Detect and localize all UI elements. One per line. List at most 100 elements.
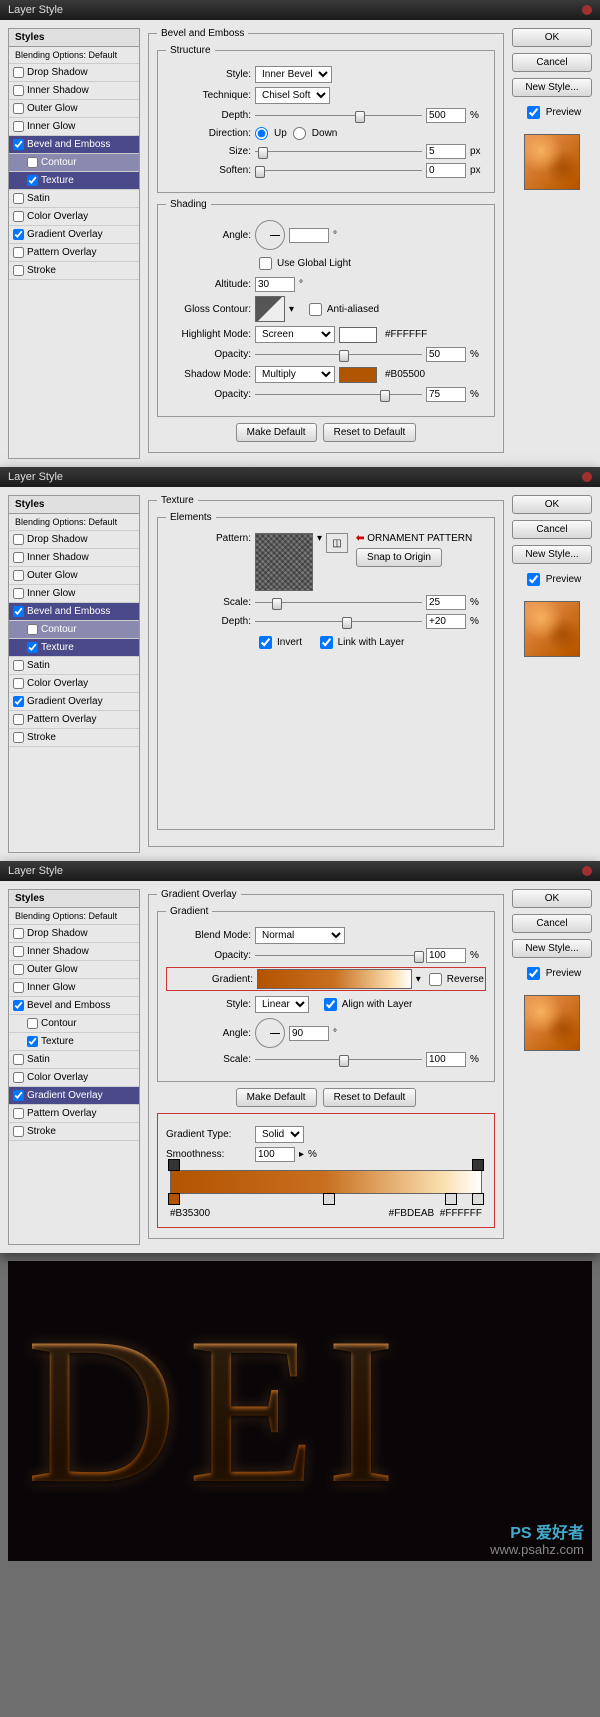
ok-button[interactable]: OK	[512, 889, 592, 908]
depth-input[interactable]	[426, 614, 466, 629]
effect-drop-shadow[interactable]: Drop Shadow	[9, 925, 139, 943]
pattern-swatch[interactable]	[255, 533, 313, 591]
effect-stroke[interactable]: Stroke	[9, 1123, 139, 1141]
effect-pattern-overlay[interactable]: Pattern Overlay	[9, 711, 139, 729]
effect-gradient-overlay[interactable]: Gradient Overlay	[9, 693, 139, 711]
smoothness-input[interactable]	[255, 1147, 295, 1162]
shadow-opacity-slider[interactable]	[255, 388, 422, 402]
highlight-opacity-slider[interactable]	[255, 348, 422, 362]
titlebar[interactable]: Layer Style	[0, 0, 600, 20]
gradient-bar[interactable]	[257, 969, 412, 989]
effect-color-overlay[interactable]: Color Overlay	[9, 208, 139, 226]
size-slider[interactable]	[255, 145, 422, 159]
checkbox[interactable]	[13, 139, 24, 150]
color-stop[interactable]	[168, 1193, 180, 1205]
technique-select[interactable]: Chisel Soft	[255, 87, 330, 104]
make-default-button[interactable]: Make Default	[236, 1088, 317, 1107]
effect-inner-shadow[interactable]: Inner Shadow	[9, 549, 139, 567]
snap-origin-button[interactable]: Snap to Origin	[356, 548, 442, 567]
direction-up-radio[interactable]	[255, 127, 268, 140]
preview-checkbox[interactable]	[527, 106, 540, 119]
chevron-down-icon[interactable]: ▾	[416, 974, 421, 985]
angle-control[interactable]	[255, 220, 285, 250]
scale-slider[interactable]	[255, 596, 422, 610]
effect-inner-glow[interactable]: Inner Glow	[9, 979, 139, 997]
styles-header[interactable]: Styles	[9, 890, 139, 908]
opacity-stop[interactable]	[168, 1159, 180, 1171]
effect-stroke[interactable]: Stroke	[9, 262, 139, 280]
shadow-color-swatch[interactable]	[339, 367, 377, 383]
effect-texture[interactable]: Texture	[9, 1033, 139, 1051]
direction-down-radio[interactable]	[293, 127, 306, 140]
opacity-slider[interactable]	[255, 949, 422, 963]
checkbox[interactable]	[13, 67, 24, 78]
checkbox[interactable]	[13, 229, 24, 240]
shadow-mode-select[interactable]: Multiply	[255, 366, 335, 383]
highlight-mode-select[interactable]: Screen	[255, 326, 335, 343]
gradient-type-select[interactable]: Solid	[255, 1126, 304, 1143]
effect-bevel-emboss[interactable]: Bevel and Emboss	[9, 136, 139, 154]
titlebar[interactable]: Layer Style	[0, 467, 600, 487]
chevron-down-icon[interactable]: ▾	[289, 304, 294, 315]
size-input[interactable]	[426, 144, 466, 159]
effect-contour[interactable]: Contour	[9, 621, 139, 639]
reverse-checkbox[interactable]	[429, 973, 442, 986]
highlight-opacity-input[interactable]	[426, 347, 466, 362]
soften-input[interactable]	[426, 163, 466, 178]
altitude-input[interactable]	[255, 277, 295, 292]
cancel-button[interactable]: Cancel	[512, 53, 592, 72]
checkbox[interactable]	[13, 265, 24, 276]
effect-outer-glow[interactable]: Outer Glow	[9, 961, 139, 979]
effect-inner-shadow[interactable]: Inner Shadow	[9, 82, 139, 100]
effect-outer-glow[interactable]: Outer Glow	[9, 567, 139, 585]
checkbox[interactable]	[13, 247, 24, 258]
preview-checkbox[interactable]	[527, 967, 540, 980]
effect-inner-glow[interactable]: Inner Glow	[9, 118, 139, 136]
global-light-checkbox[interactable]	[259, 257, 272, 270]
chevron-right-icon[interactable]: ▸	[299, 1149, 304, 1160]
make-default-button[interactable]: Make Default	[236, 423, 317, 442]
effect-satin[interactable]: Satin	[9, 1051, 139, 1069]
angle-input[interactable]	[289, 1026, 329, 1041]
blending-options[interactable]: Blending Options: Default	[9, 47, 139, 64]
checkbox[interactable]	[13, 211, 24, 222]
invert-checkbox[interactable]	[259, 636, 272, 649]
reset-default-button[interactable]: Reset to Default	[323, 1088, 417, 1107]
effect-inner-glow[interactable]: Inner Glow	[9, 585, 139, 603]
ok-button[interactable]: OK	[512, 28, 592, 47]
effect-satin[interactable]: Satin	[9, 657, 139, 675]
color-stop[interactable]	[323, 1193, 335, 1205]
chevron-down-icon[interactable]: ▾	[317, 533, 322, 544]
opacity-input[interactable]	[426, 948, 466, 963]
blending-options[interactable]: Blending Options: Default	[9, 908, 139, 925]
styles-header[interactable]: Styles	[9, 496, 139, 514]
effect-drop-shadow[interactable]: Drop Shadow	[9, 64, 139, 82]
gradient-strip[interactable]	[170, 1170, 482, 1194]
effect-pattern-overlay[interactable]: Pattern Overlay	[9, 244, 139, 262]
blending-options[interactable]: Blending Options: Default	[9, 514, 139, 531]
close-icon[interactable]	[582, 472, 592, 482]
effect-gradient-overlay[interactable]: Gradient Overlay	[9, 226, 139, 244]
opacity-stop[interactable]	[472, 1159, 484, 1171]
effect-inner-shadow[interactable]: Inner Shadow	[9, 943, 139, 961]
color-stop[interactable]	[472, 1193, 484, 1205]
new-style-button[interactable]: New Style...	[512, 78, 592, 97]
angle-control[interactable]	[255, 1018, 285, 1048]
depth-slider[interactable]	[255, 109, 422, 123]
checkbox[interactable]	[13, 193, 24, 204]
effect-texture[interactable]: Texture	[9, 172, 139, 190]
ok-button[interactable]: OK	[512, 495, 592, 514]
color-stop[interactable]	[445, 1193, 457, 1205]
new-style-button[interactable]: New Style...	[512, 939, 592, 958]
align-layer-checkbox[interactable]	[324, 998, 337, 1011]
effect-gradient-overlay[interactable]: Gradient Overlay	[9, 1087, 139, 1105]
anti-aliased-checkbox[interactable]	[309, 303, 322, 316]
checkbox[interactable]	[27, 175, 38, 186]
gloss-contour-swatch[interactable]	[255, 296, 285, 322]
cancel-button[interactable]: Cancel	[512, 520, 592, 539]
close-icon[interactable]	[582, 866, 592, 876]
effect-texture[interactable]: Texture	[9, 639, 139, 657]
effect-bevel-emboss[interactable]: Bevel and Emboss	[9, 997, 139, 1015]
checkbox[interactable]	[13, 121, 24, 132]
effect-drop-shadow[interactable]: Drop Shadow	[9, 531, 139, 549]
